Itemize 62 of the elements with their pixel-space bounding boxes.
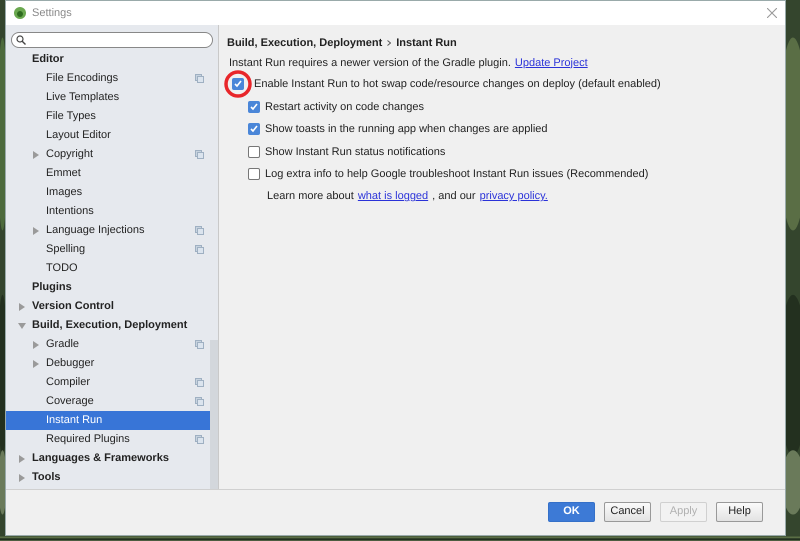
tree-item[interactable]: Build, Execution, Deployment: [6, 316, 210, 335]
app-logo-icon: [14, 7, 26, 19]
tree-item[interactable]: Live Templates: [6, 88, 210, 107]
privacy-policy-link[interactable]: privacy policy.: [480, 188, 548, 205]
learn-more-text: , and our: [432, 189, 476, 204]
window-title: Settings: [32, 6, 72, 21]
tree-item[interactable]: File Encodings: [6, 69, 210, 88]
tree-item[interactable]: File Types: [6, 107, 210, 126]
chevron-icon: [387, 40, 392, 46]
tree-item[interactable]: Editor: [6, 50, 210, 69]
collapse-arrow-icon[interactable]: [18, 322, 26, 329]
tree-item[interactable]: Version Control: [6, 297, 210, 316]
expand-arrow-icon[interactable]: [32, 340, 39, 348]
checkbox[interactable]: [248, 168, 260, 180]
checkbox[interactable]: [248, 146, 260, 158]
option-label: Enable Instant Run to hot swap code/resource changes on deploy (default enabled): [254, 77, 661, 92]
tree-item[interactable]: Required Plugins: [6, 430, 210, 449]
checkbox[interactable]: [248, 123, 260, 136]
tree-item[interactable]: TODO: [6, 259, 210, 278]
expand-arrow-icon[interactable]: [18, 474, 25, 482]
option-label: Show Instant Run status notifications: [265, 144, 446, 160]
tree-item[interactable]: Spelling: [6, 240, 210, 259]
learn-more-text: Learn more about: [267, 189, 354, 204]
expand-arrow-icon[interactable]: [32, 226, 39, 234]
tree-item[interactable]: Copyright: [6, 145, 210, 164]
dialog-button[interactable]: Help: [716, 502, 763, 522]
dialog-button[interactable]: Cancel: [604, 502, 651, 522]
search-icon: [16, 35, 26, 45]
tree-item[interactable]: Compiler: [6, 373, 210, 392]
tree-item[interactable]: Language Injections: [6, 221, 210, 240]
expand-arrow-icon[interactable]: [18, 302, 25, 310]
tree-item[interactable]: Intentions: [6, 202, 210, 221]
breadcrumb-item: Instant Run: [396, 36, 457, 51]
tree-item[interactable]: Instant Run: [6, 411, 210, 430]
option-label: Show toasts in the running app when changes are applied: [265, 122, 548, 137]
search-field[interactable]: [11, 32, 213, 48]
breadcrumb-item: Build, Execution, Deployment: [227, 36, 382, 51]
tree-item[interactable]: Gradle: [6, 335, 210, 354]
scrollbar-thumb[interactable]: [210, 340, 218, 491]
option-label: Restart activity on code changes: [265, 100, 424, 114]
tree-item[interactable]: Plugins: [6, 278, 210, 297]
expand-arrow-icon[interactable]: [32, 360, 39, 368]
tree-item[interactable]: Coverage: [6, 392, 210, 411]
expand-arrow-icon[interactable]: [18, 454, 25, 462]
checkbox[interactable]: [232, 78, 244, 90]
notice-text: Instant Run requires a newer version of the Gradle plugin.: [229, 56, 511, 71]
tree-item[interactable]: Tools: [6, 468, 210, 487]
ok-button[interactable]: OK: [548, 502, 595, 522]
close-icon[interactable]: [767, 8, 777, 18]
what-is-logged-link[interactable]: what is logged: [358, 188, 428, 205]
update-project-link[interactable]: Update Project: [514, 54, 588, 72]
check-icon: [250, 125, 258, 134]
tree-item[interactable]: Emmet: [6, 164, 210, 183]
expand-arrow-icon[interactable]: [32, 150, 39, 158]
tree-item[interactable]: Languages & Frameworks: [6, 449, 210, 468]
tree-item[interactable]: Images: [6, 183, 210, 202]
tree-item[interactable]: Layout Editor: [6, 126, 210, 145]
check-icon: [250, 102, 258, 111]
tree-item[interactable]: Debugger: [6, 354, 210, 373]
checkbox[interactable]: [248, 100, 260, 113]
check-icon: [234, 80, 242, 88]
option-label: Log extra info to help Google troubleshoot Instant Run issues (Recommended): [265, 167, 648, 182]
